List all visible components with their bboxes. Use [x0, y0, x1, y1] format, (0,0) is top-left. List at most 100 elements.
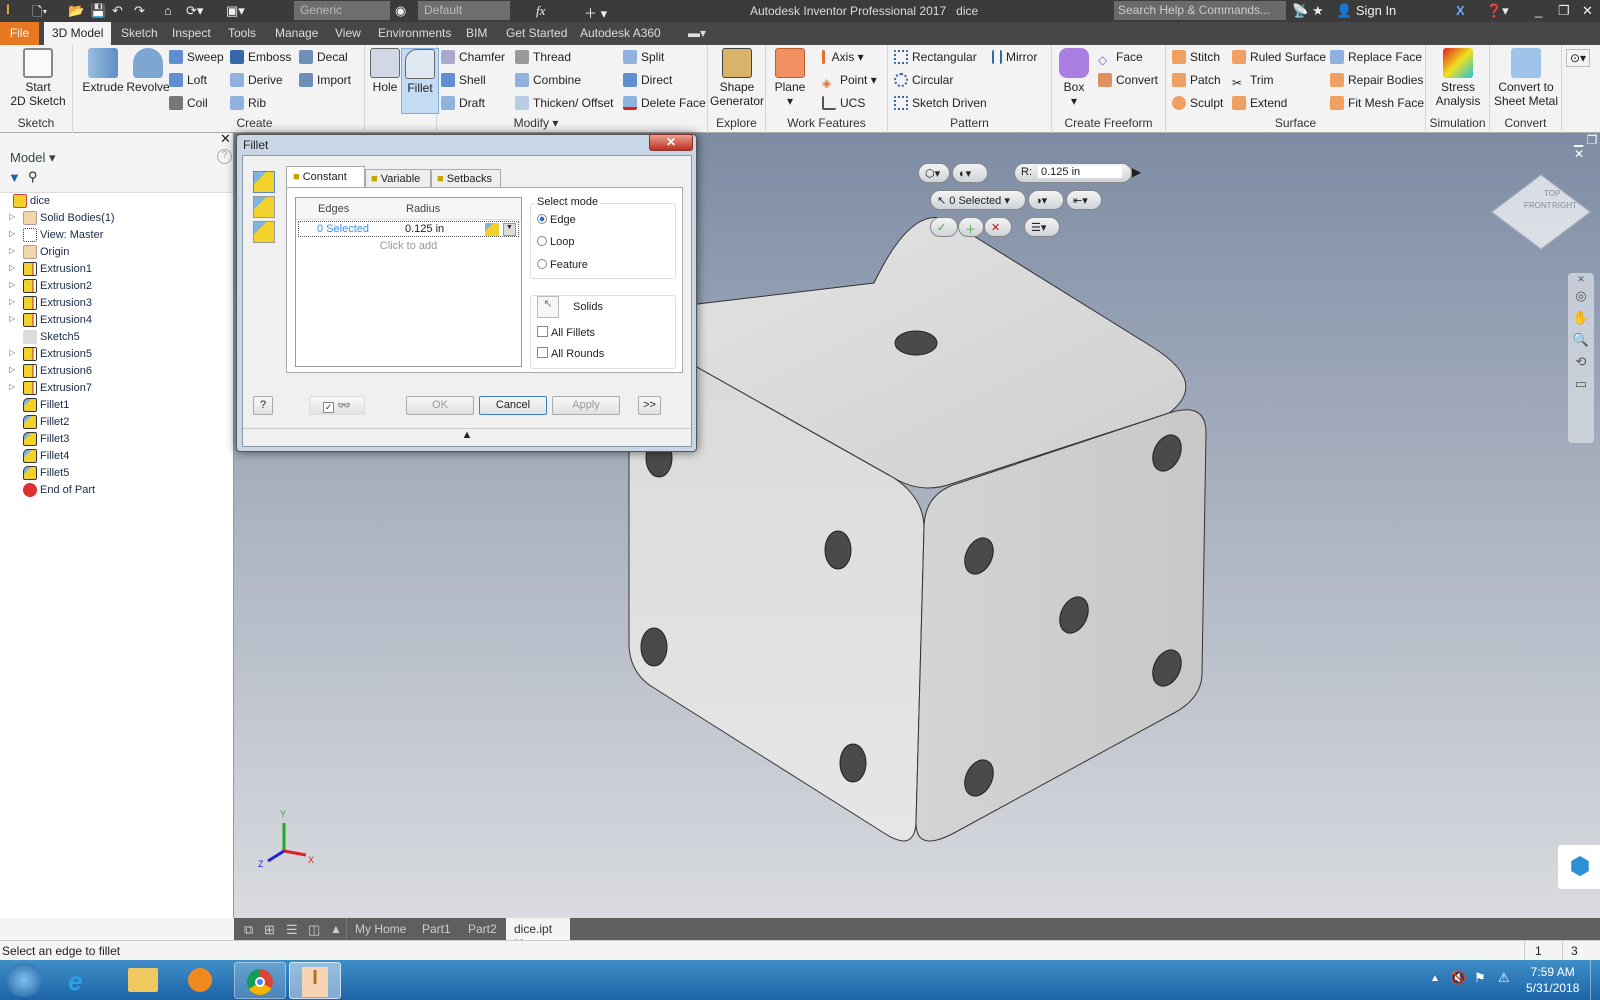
tab-tools[interactable]: Tools [220, 22, 264, 45]
look-at-icon[interactable]: ▭ [1568, 373, 1594, 395]
file-explorer-icon[interactable] [128, 968, 158, 992]
browser-help-icon[interactable]: ? [217, 149, 232, 164]
update-icon[interactable]: ⟳▾ [186, 3, 203, 19]
steering-wheel-icon[interactable]: ◎ [1568, 285, 1594, 307]
cancel-x-button[interactable]: ✕ [984, 217, 1012, 237]
ribbon-options-icon[interactable]: ⊙▾ [1566, 49, 1591, 67]
redo-icon[interactable]: ↷ [134, 3, 145, 19]
point-button[interactable]: ◈ Point ▾ [822, 73, 877, 90]
tab-file[interactable]: File [0, 22, 39, 45]
open-icon[interactable]: 📂 [68, 3, 84, 19]
inventor-taskbar-button[interactable]: I [289, 962, 341, 999]
derive-button[interactable]: Derive [230, 73, 283, 87]
viewcube-front[interactable]: FRONT [1524, 201, 1552, 210]
search-help-input[interactable]: Search Help & Commands... [1114, 1, 1286, 20]
expand-arrow-icon[interactable]: ▷ [9, 280, 15, 289]
filter-icon[interactable]: ▼ [8, 170, 21, 185]
collapse-arrow-icon[interactable]: ▲ [243, 428, 691, 446]
click-to-add[interactable]: Click to add [296, 240, 521, 252]
start-button[interactable] [6, 963, 42, 997]
expand-arrow-icon[interactable]: ▷ [9, 382, 15, 391]
material-combo[interactable]: Generic [294, 1, 390, 20]
help-icon[interactable]: ❓▾ [1486, 3, 1509, 19]
viewcube-top[interactable]: TOP [1544, 189, 1560, 198]
add-fillet-dropdown[interactable]: ◐▾ [952, 163, 988, 183]
expand-arrow-icon[interactable]: ▷ [9, 263, 15, 272]
ok-check-button[interactable]: ✓ [930, 217, 958, 237]
panel-toggle-icon[interactable]: ▬▾ [680, 22, 714, 45]
expand-arrow-icon[interactable]: ▷ [9, 212, 15, 221]
doc-tab-part1[interactable]: Part1 [414, 918, 459, 940]
chrome-taskbar-button[interactable] [234, 962, 286, 999]
customize-icon[interactable]: ＋ ▾ [584, 3, 607, 22]
save-icon[interactable]: 💾 [90, 3, 106, 19]
radius-input[interactable]: 0.125 in [1038, 166, 1122, 178]
mode-edge-radio[interactable]: Edge [537, 214, 576, 226]
clock[interactable]: 7:59 AM 5/31/2018 [1526, 964, 1579, 996]
cancel-button[interactable]: Cancel [479, 396, 547, 415]
radius-value[interactable]: 0.125 in [405, 223, 444, 235]
extend-button[interactable]: Extend [1232, 96, 1287, 110]
patch-button[interactable]: Patch [1172, 73, 1221, 87]
selected-edges-button[interactable]: ↖ 0 Selected ▾ [930, 190, 1026, 210]
tab-variable[interactable]: ■ Variable [365, 169, 431, 188]
repair-bodies-button[interactable]: Repair Bodies [1330, 73, 1423, 87]
orbit-icon[interactable]: ⟲ [1568, 351, 1594, 373]
doc-tab-dice[interactable]: dice.ipt ✕ [506, 918, 570, 950]
chamfer-button[interactable]: Chamfer [441, 50, 505, 64]
show-desktop-button[interactable] [1590, 960, 1600, 1000]
convert-to-sheet-metal-button[interactable]: Convert to Sheet Metal [1490, 48, 1562, 108]
convert-button[interactable]: Convert [1098, 73, 1158, 87]
browser-close-icon[interactable]: ✕ [220, 131, 231, 147]
tab-autodesk-a360[interactable]: Autodesk A360 [572, 22, 669, 45]
internet-explorer-icon[interactable]: e [68, 966, 82, 997]
extrude-button[interactable]: Extrude [79, 48, 127, 94]
modify-group-menu[interactable]: Modify ▾ [365, 116, 707, 130]
edges-selected-link[interactable]: 0 Selected [317, 223, 369, 235]
circular-pattern-button[interactable]: Circular [894, 73, 953, 87]
direct-button[interactable]: Direct [623, 73, 672, 87]
sweep-button[interactable]: Sweep [169, 50, 224, 64]
trim-button[interactable]: ✂ Trim [1232, 73, 1274, 90]
expand-arrow-icon[interactable]: ▷ [9, 246, 15, 255]
sketch-driven-pattern-button[interactable]: Sketch Driven [894, 96, 987, 110]
full-round-fillet-mode-button[interactable] [253, 221, 275, 243]
expand-arrow-icon[interactable]: ▷ [9, 365, 15, 374]
combine-button[interactable]: Combine [515, 73, 581, 87]
thread-button[interactable]: Thread [515, 50, 571, 64]
find-binoculars-icon[interactable]: ⚲ [28, 169, 38, 185]
volume-muted-icon[interactable]: 🔇 [1450, 970, 1466, 986]
viewport-window-controls[interactable]: ▁ ❐ ✕ [1574, 133, 1600, 161]
axis-button[interactable]: Axis ▾ [822, 50, 864, 64]
undo-icon[interactable]: ↶ [112, 3, 123, 19]
revolve-button[interactable]: Revolve [123, 48, 173, 94]
doc-tab-part2[interactable]: Part2 [460, 918, 505, 940]
more-options-button[interactable]: >> [638, 396, 661, 415]
apply-button[interactable]: Apply [552, 396, 620, 415]
fillet-button[interactable]: Fillet [401, 48, 439, 114]
mode-loop-radio[interactable]: Loop [537, 236, 574, 248]
loft-button[interactable]: Loft [169, 73, 207, 87]
apply-arrow-icon[interactable]: ▶ [1132, 165, 1141, 179]
edge-fillet-mode-button[interactable] [253, 171, 275, 193]
ucs-button[interactable]: UCS [822, 96, 865, 110]
pan-icon[interactable]: ✋ [1568, 307, 1594, 329]
preview-toggle[interactable]: ✓ 👓 [309, 396, 365, 415]
radius-dropdown-arrow[interactable]: ▼ [503, 223, 516, 236]
tab-environments[interactable]: Environments [370, 22, 459, 45]
coil-button[interactable]: Coil [169, 96, 208, 110]
split-button[interactable]: Split [623, 50, 664, 64]
stress-analysis-button[interactable]: Stress Analysis [1428, 48, 1488, 108]
plane-button[interactable]: Plane ▾ [770, 48, 810, 108]
import-button[interactable]: Import [299, 73, 351, 87]
ok-button[interactable]: OK [406, 396, 474, 415]
close-button[interactable]: ✕ [1582, 3, 1593, 19]
app-logo[interactable]: I [6, 1, 10, 17]
solids-select-button[interactable]: ↖ [537, 296, 559, 318]
edge-type-dropdown[interactable]: ◑▾ [1028, 190, 1064, 210]
action-center-flag-icon[interactable]: ⚑ [1474, 970, 1486, 986]
browser-title-menu[interactable]: Model ▾ [10, 150, 56, 166]
decal-button[interactable]: Decal [299, 50, 348, 64]
exchange-icon[interactable]: X [1456, 3, 1465, 18]
navigation-close-icon[interactable]: ✕ [1568, 273, 1594, 285]
